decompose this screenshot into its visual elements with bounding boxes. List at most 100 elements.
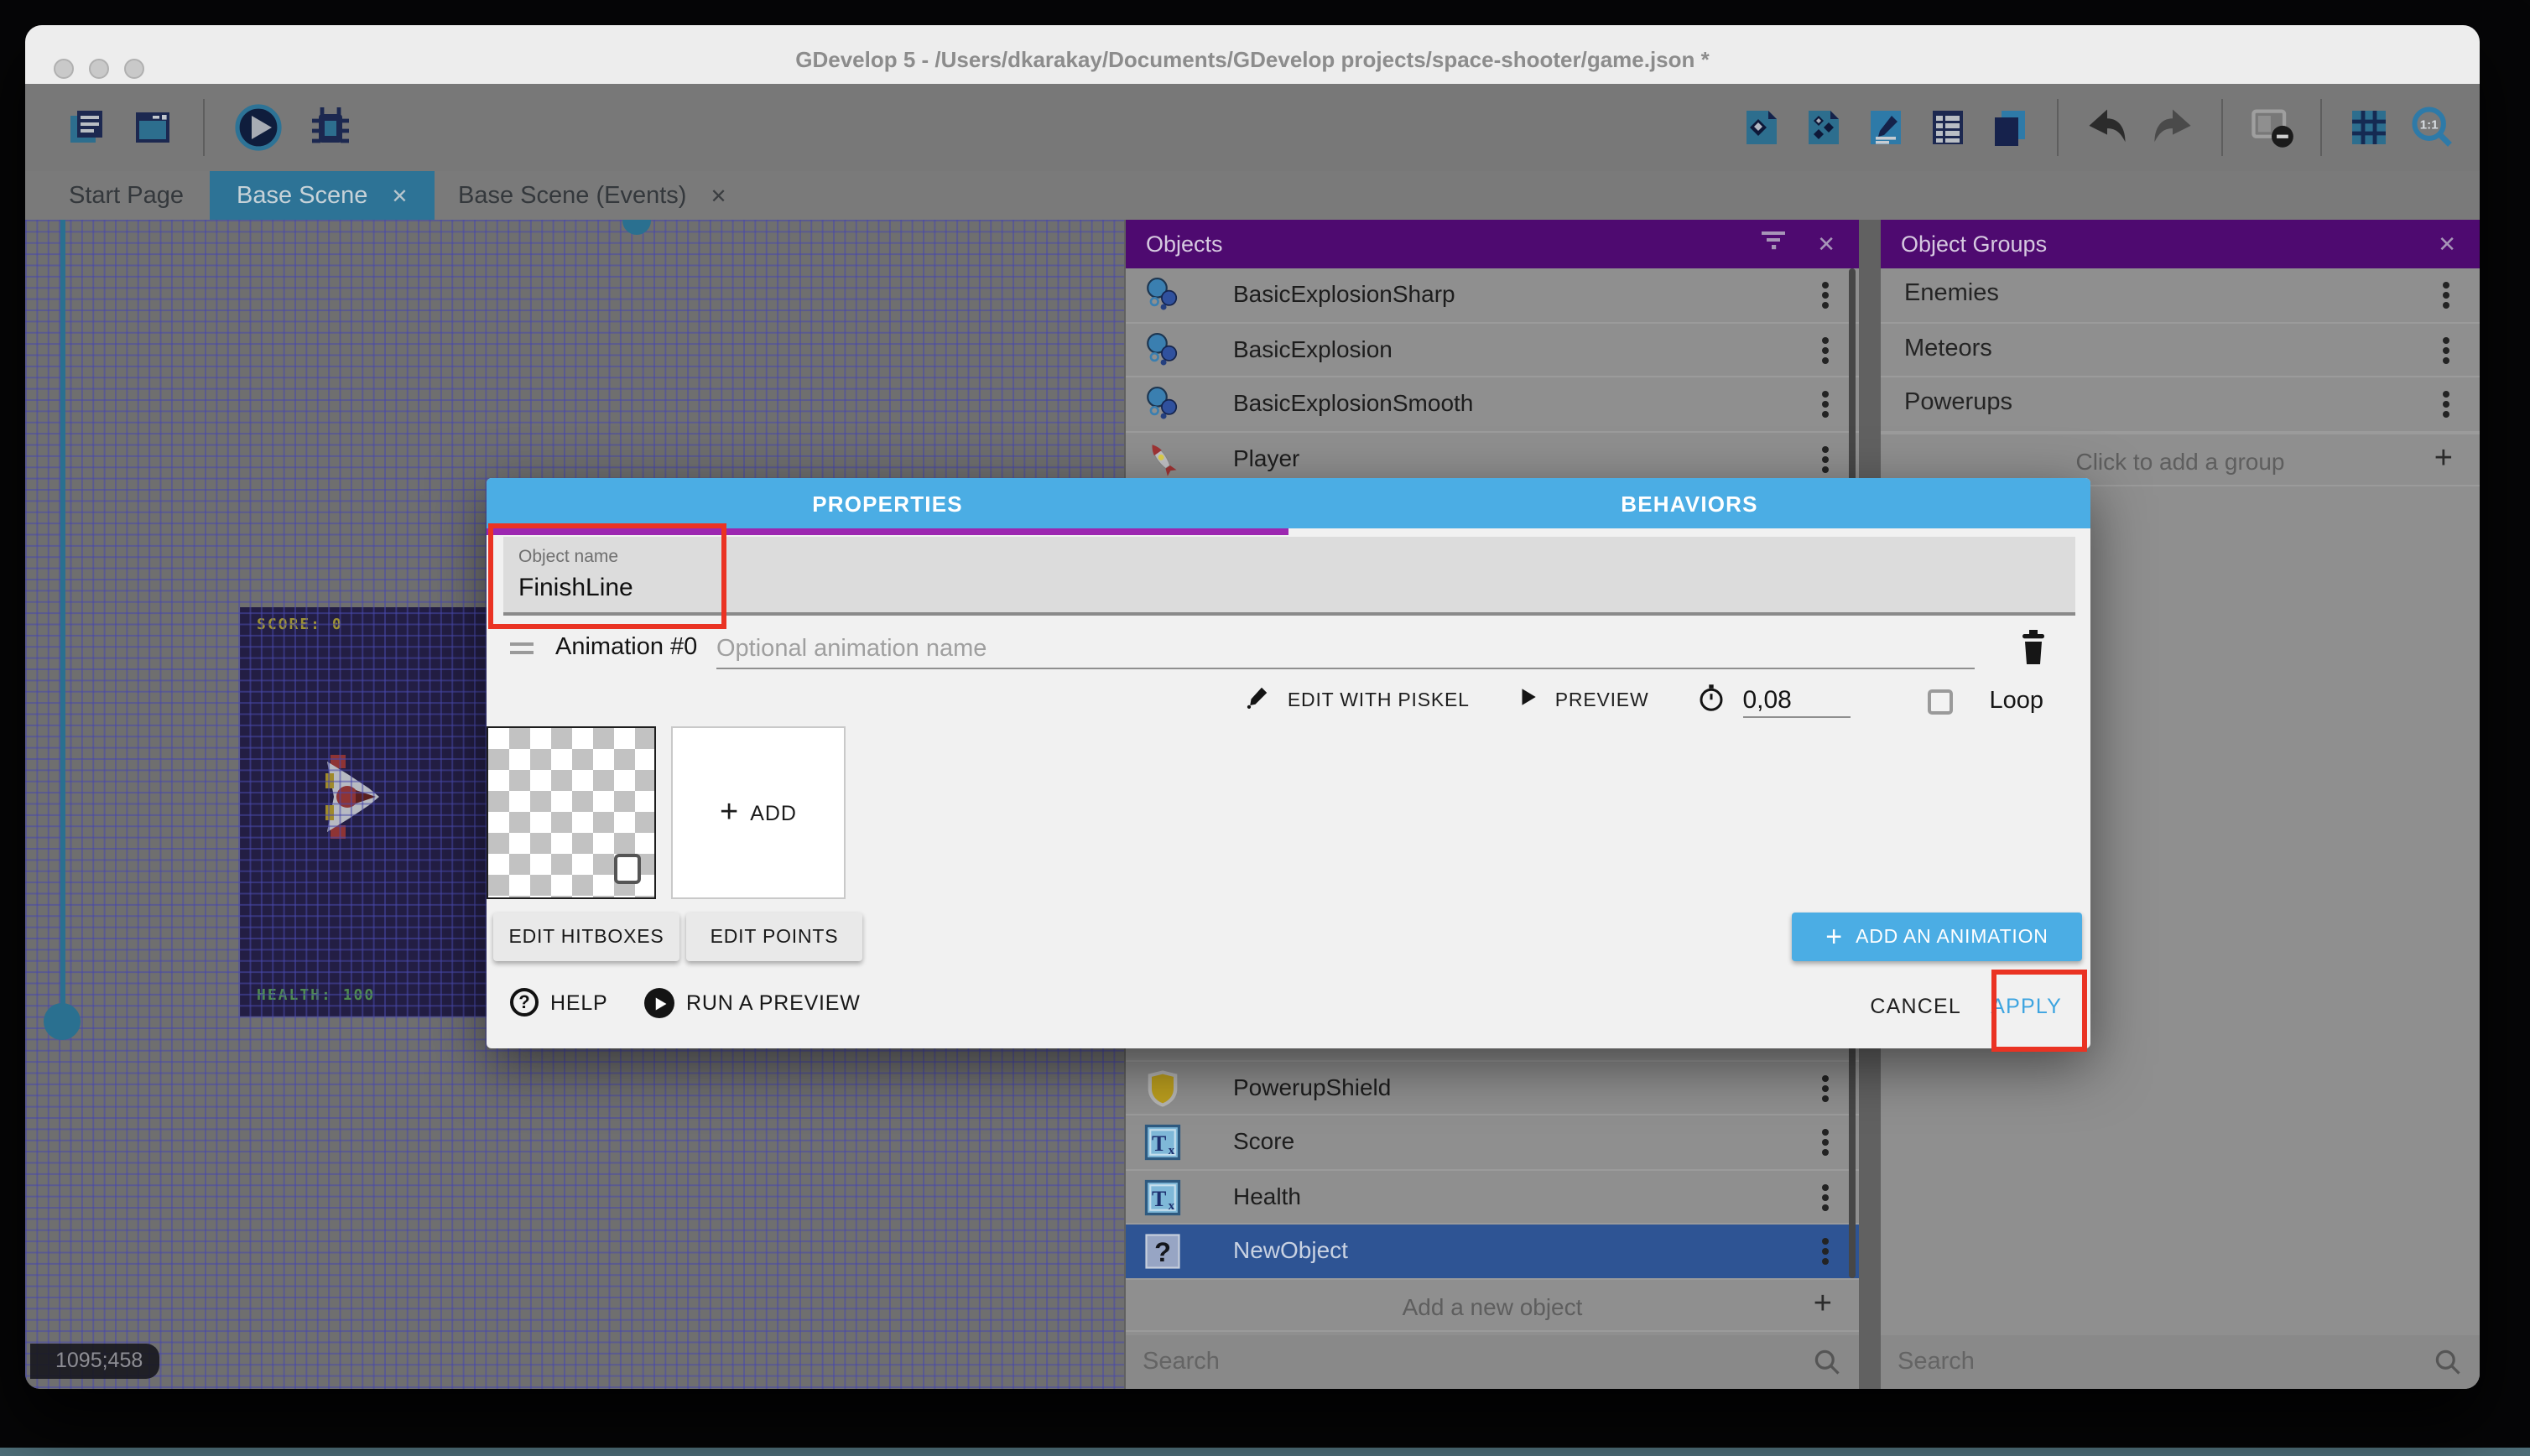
object-row-Score[interactable]: TxScore (1126, 1115, 1859, 1170)
svg-text:x: x (1169, 1198, 1175, 1212)
animation-tools-row: EDIT WITH PISKEL PREVIEW Loop (1246, 679, 2043, 723)
toolbar-separator (203, 99, 205, 156)
add-frame-tile[interactable]: + ADD (671, 726, 846, 899)
add-animation-button[interactable]: + ADD AN ANIMATION (1792, 913, 2082, 961)
run-preview-button[interactable]: RUN A PREVIEW (644, 988, 861, 1018)
instances-list-icon[interactable] (1926, 106, 1970, 149)
object-row-PowerupShield[interactable]: PowerupShield (1126, 1061, 1859, 1115)
grid-toggle-icon[interactable] (2347, 106, 2391, 149)
layers-icon[interactable] (1988, 106, 2032, 149)
question-icon: ? (1141, 1230, 1184, 1273)
object-row-BasicExplosionSmooth[interactable]: BasicExplosionSmooth (1126, 377, 1859, 432)
toolbar-separator (2320, 99, 2322, 156)
animation-row: Animation #0 (487, 629, 2090, 673)
groups-panel-title: Object Groups (1901, 231, 2438, 257)
group-menu-icon[interactable] (2443, 292, 2449, 299)
object-name: BasicExplosion (1233, 335, 1393, 361)
titlebar: GDevelop 5 - /Users/dkarakay/Documents/G… (25, 25, 2480, 84)
close-panel-icon[interactable]: ✕ (2438, 231, 2456, 257)
group-menu-icon[interactable] (2443, 401, 2449, 408)
undo-icon[interactable] (2084, 104, 2131, 151)
frame-duration-input[interactable] (1742, 685, 1850, 717)
object-menu-icon[interactable] (1822, 292, 1829, 299)
group-row-Powerups[interactable]: Powerups (1881, 377, 2480, 432)
object-row-NewObject[interactable]: ?NewObject (1126, 1225, 1859, 1279)
object-editor-dialog: PROPERTIES BEHAVIORS Object name FinishL… (487, 478, 2090, 1048)
object-menu-icon[interactable] (1822, 346, 1829, 353)
rocket-icon (1141, 437, 1184, 481)
cancel-button[interactable]: CANCEL (1870, 995, 1961, 1018)
object-menu-icon[interactable] (1822, 401, 1829, 408)
plus-icon: + (2434, 440, 2453, 477)
object-menu-icon[interactable] (1822, 1139, 1829, 1146)
groups-panel-header: Object Groups ✕ (1881, 220, 2480, 268)
close-tab-icon[interactable]: ✕ (710, 184, 726, 207)
animation-frame-thumbnail[interactable] (487, 726, 656, 899)
preview-button[interactable]: PREVIEW (1555, 691, 1649, 711)
svg-text:x: x (1169, 1143, 1175, 1157)
svg-text:?: ? (1154, 1237, 1171, 1267)
piskel-pencil-icon (1246, 684, 1271, 718)
help-icon: ? (510, 988, 539, 1017)
groups-search-row (1881, 1335, 2480, 1389)
objects-panel-title: Objects (1146, 231, 1757, 257)
preview-play-icon (1517, 686, 1538, 716)
annotation-box-apply (1991, 970, 2087, 1052)
plus-icon: + (1814, 1287, 1832, 1323)
help-button[interactable]: ? HELP (510, 988, 608, 1017)
play-preview-icon[interactable] (233, 102, 284, 153)
edit-hitboxes-button[interactable]: EDIT HITBOXES (493, 913, 679, 961)
tab-start-page[interactable]: Start Page (42, 171, 211, 220)
cursor-coordinates-badge: 1095;458 (30, 1344, 159, 1379)
object-menu-icon[interactable] (1822, 1248, 1829, 1255)
group-name: Enemies (1904, 280, 1999, 307)
loop-checkbox[interactable] (1927, 689, 1952, 714)
plus-icon: + (720, 794, 738, 831)
object-row-BasicExplosion[interactable]: BasicExplosion (1126, 323, 1859, 377)
filter-icon[interactable] (1757, 223, 1790, 265)
object-menu-icon[interactable] (1822, 1193, 1829, 1200)
redo-icon[interactable] (2149, 104, 2196, 151)
object-row-Health[interactable]: TxHealth (1126, 1170, 1859, 1225)
close-panel-icon[interactable]: ✕ (1817, 231, 1835, 257)
mask-toggle-icon[interactable] (2248, 104, 2295, 151)
zoom-1-1-icon[interactable]: 1:1 (2409, 104, 2456, 151)
scene-window-icon[interactable] (131, 106, 174, 149)
toolbar-separator (2057, 99, 2059, 156)
shield-icon (1141, 1066, 1184, 1110)
animation-name-input[interactable] (716, 629, 1975, 669)
group-row-Enemies[interactable]: Enemies (1881, 268, 2480, 323)
selection-handle-dot[interactable] (44, 1003, 81, 1040)
tab-base-scene-events[interactable]: Base Scene (Events) ✕ (431, 171, 754, 220)
svg-text:1:1: 1:1 (2420, 118, 2439, 133)
groups-search-input[interactable] (1898, 1342, 2376, 1382)
delete-animation-icon[interactable] (2013, 626, 2054, 669)
animation-title: Animation #0 (555, 634, 697, 661)
objects-list-top: BasicExplosionSharp BasicExplosion BasicEx… (1126, 268, 1859, 486)
frame-corner-icon (614, 854, 641, 884)
text-object-icon: Tx (1141, 1121, 1184, 1164)
edit-points-button[interactable]: EDIT POINTS (686, 913, 862, 961)
object-menu-icon[interactable] (1822, 1084, 1829, 1091)
object-groups-icon[interactable] (1802, 106, 1845, 149)
drag-handle-icon[interactable] (510, 642, 534, 646)
object-row-BasicExplosionSharp[interactable]: BasicExplosionSharp (1126, 268, 1859, 323)
object-menu-icon[interactable] (1822, 455, 1829, 462)
add-object-row[interactable]: Add a new object + (1126, 1278, 1859, 1332)
debug-icon[interactable] (305, 102, 356, 153)
properties-icon[interactable] (1864, 106, 1908, 149)
tab-base-scene[interactable]: Base Scene ✕ (210, 171, 435, 220)
group-menu-icon[interactable] (2443, 346, 2449, 353)
tab-properties[interactable]: PROPERTIES (487, 478, 1288, 528)
explosion-icon (1141, 328, 1184, 372)
object-name-field[interactable]: Object name FinishLine (503, 537, 2075, 616)
group-row-Meteors[interactable]: Meteors (1881, 323, 2480, 377)
project-manager-icon[interactable] (65, 106, 109, 149)
edit-with-piskel-button[interactable]: EDIT WITH PISKEL (1288, 691, 1470, 711)
close-tab-icon[interactable]: ✕ (391, 184, 408, 207)
objects-editor-icon[interactable] (1740, 106, 1783, 149)
tab-behaviors[interactable]: BEHAVIORS (1288, 478, 2090, 528)
text-object-icon: Tx (1141, 1175, 1184, 1219)
objects-search-input[interactable] (1143, 1342, 1729, 1382)
explosion-icon (1141, 382, 1184, 426)
